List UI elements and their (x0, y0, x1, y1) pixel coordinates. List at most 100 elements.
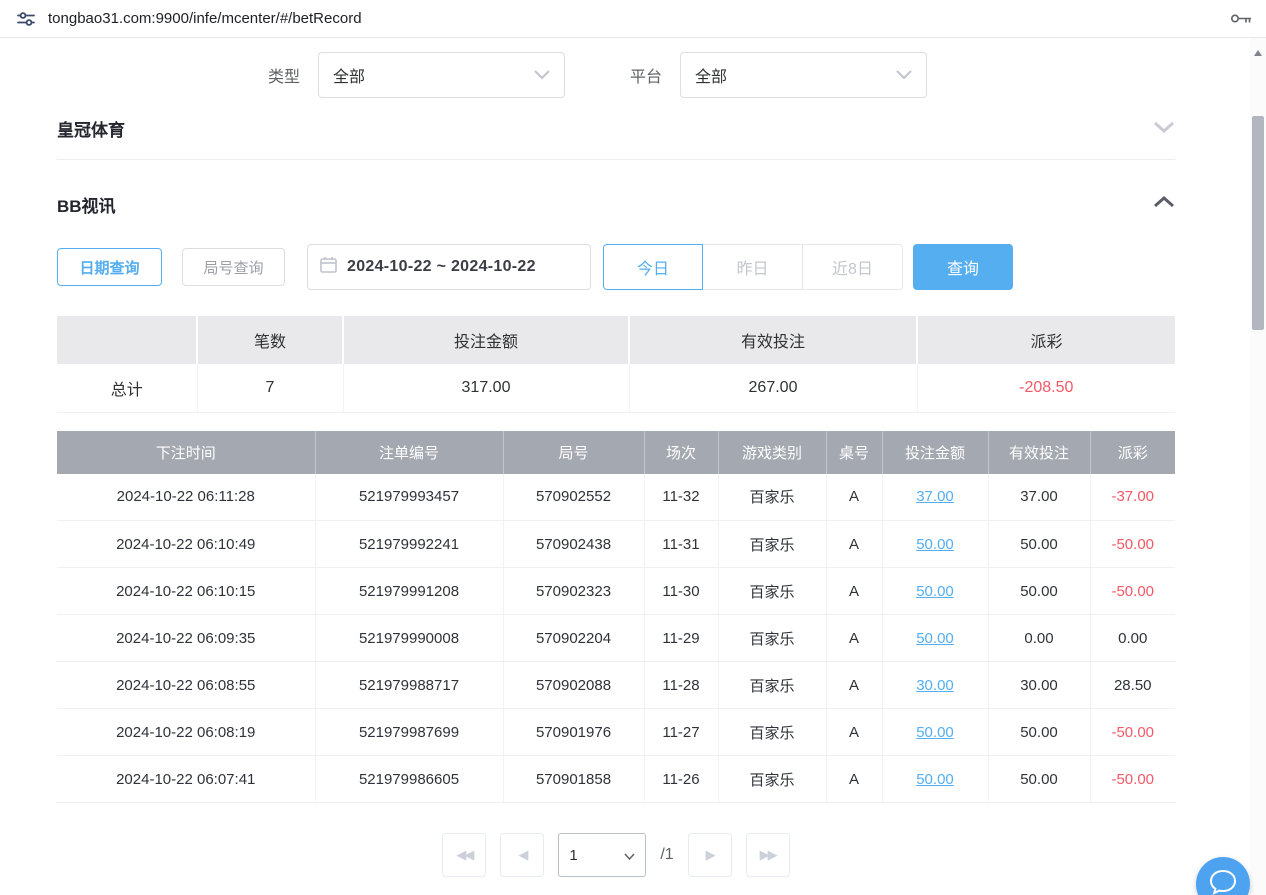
type-label: 类型 (268, 63, 300, 87)
session-cell: 11-27 (644, 709, 718, 756)
bet-amount-link[interactable]: 50.00 (916, 536, 954, 553)
calendar-icon (320, 256, 337, 278)
column-header: 有效投注 (988, 431, 1090, 474)
chevron-down-icon (896, 66, 912, 84)
yesterday-button[interactable]: 昨日 (703, 244, 803, 290)
pagination: ◀◀ ◀ 1 /1 ▶ ▶▶ (57, 833, 1175, 877)
summary-total-row: 总计 7 317.00 267.00 -208.50 (57, 364, 1175, 412)
summary-valid-bet: 267.00 (629, 364, 917, 412)
table-number-cell: A (826, 756, 882, 803)
summary-count: 7 (197, 364, 343, 412)
payout-cell: 0.00 (1090, 615, 1175, 662)
bet-time-cell: 2024-10-22 06:10:49 (57, 521, 315, 568)
table-number-cell: A (826, 662, 882, 709)
date-range-value: 2024-10-22 ~ 2024-10-22 (347, 258, 536, 276)
valid-bet-cell: 50.00 (988, 709, 1090, 756)
game-type-cell: 百家乐 (718, 615, 826, 662)
valid-bet-cell: 30.00 (988, 662, 1090, 709)
summary-table: 笔数 投注金额 有效投注 派彩 总计 7 317.00 267.00 -208.… (57, 316, 1175, 413)
main-content: 类型 全部 平台 全部 皇冠体育 BB视讯 (57, 38, 1175, 877)
bet-amount-cell: 30.00 (882, 662, 988, 709)
scrollbar-track[interactable] (1250, 38, 1266, 895)
bet-amount-link[interactable]: 50.00 (916, 583, 954, 600)
summary-header: 投注金额 (343, 316, 629, 364)
summary-header: 派彩 (917, 316, 1175, 364)
password-key-icon[interactable] (1230, 12, 1252, 25)
session-cell: 11-30 (644, 568, 718, 615)
bet-amount-cell: 50.00 (882, 756, 988, 803)
round-cell: 570901858 (503, 756, 644, 803)
payout-cell: -37.00 (1090, 474, 1175, 521)
column-header: 游戏类别 (718, 431, 826, 474)
session-cell: 11-29 (644, 615, 718, 662)
column-header: 下注时间 (57, 431, 315, 474)
search-button[interactable]: 查询 (913, 244, 1013, 290)
bet-amount-cell: 50.00 (882, 568, 988, 615)
platform-select-value: 全部 (695, 63, 896, 87)
url-field[interactable]: tongbao31.com:9900/infe/mcenter/#/betRec… (48, 10, 1230, 27)
bet-time-cell: 2024-10-22 06:09:35 (57, 615, 315, 662)
game-type-cell: 百家乐 (718, 521, 826, 568)
column-header: 派彩 (1090, 431, 1175, 474)
chat-bubble-button[interactable] (1196, 857, 1250, 895)
date-query-button[interactable]: 日期查询 (57, 248, 162, 286)
column-header: 投注金额 (882, 431, 988, 474)
table-row: 2024-10-22 06:07:41 521979986605 5709018… (57, 756, 1175, 803)
bet-amount-link[interactable]: 30.00 (916, 677, 954, 694)
bet-table-body: 2024-10-22 06:11:28 521979993457 5709025… (57, 474, 1175, 803)
filter-row: 类型 全部 平台 全部 (57, 52, 1175, 98)
column-header: 注单编号 (315, 431, 503, 474)
page-select[interactable]: 1 (558, 833, 646, 877)
bet-amount-link[interactable]: 50.00 (916, 724, 954, 741)
table-row: 2024-10-22 06:10:49 521979992241 5709024… (57, 521, 1175, 568)
bet-time-cell: 2024-10-22 06:08:55 (57, 662, 315, 709)
table-header-row: 下注时间 注单编号 局号 场次 游戏类别 桌号 投注金额 有效投注 派彩 (57, 431, 1175, 474)
bet-record-page: tongbao31.com:9900/infe/mcenter/#/betRec… (0, 0, 1266, 895)
session-cell: 11-28 (644, 662, 718, 709)
bet-record-table: 下注时间 注单编号 局号 场次 游戏类别 桌号 投注金额 有效投注 派彩 202… (57, 431, 1175, 804)
round-cell: 570902438 (503, 521, 644, 568)
prev-page-button[interactable]: ◀ (500, 833, 544, 877)
chevron-down-icon (1153, 120, 1175, 138)
summary-header: 有效投注 (629, 316, 917, 364)
summary-bet-amount: 317.00 (343, 364, 629, 412)
bet-amount-link[interactable]: 50.00 (916, 771, 954, 788)
bet-amount-cell: 37.00 (882, 474, 988, 521)
table-row: 2024-10-22 06:08:19 521979987699 5709019… (57, 709, 1175, 756)
page-select-value: 1 (569, 847, 577, 864)
last-page-button[interactable]: ▶▶ (746, 833, 790, 877)
type-select[interactable]: 全部 (318, 52, 565, 98)
next-page-button[interactable]: ▶ (688, 833, 732, 877)
browser-tune-icon[interactable] (14, 9, 38, 29)
section-title: 皇冠体育 (57, 116, 125, 141)
platform-label: 平台 (630, 63, 662, 87)
query-toolbar: 日期查询 局号查询 2024-10-22 ~ 2024-10-22 今日 昨日 … (57, 244, 1175, 290)
section-bb-video[interactable]: BB视讯 (57, 184, 1175, 224)
valid-bet-cell: 50.00 (988, 568, 1090, 615)
game-type-cell: 百家乐 (718, 756, 826, 803)
bet-time-cell: 2024-10-22 06:07:41 (57, 756, 315, 803)
bet-time-cell: 2024-10-22 06:11:28 (57, 474, 315, 521)
payout-cell: -50.00 (1090, 568, 1175, 615)
scrollbar-thumb[interactable] (1252, 116, 1264, 330)
section-crown-sports[interactable]: 皇冠体育 (57, 120, 1175, 160)
round-cell: 570902204 (503, 615, 644, 662)
date-range-input[interactable]: 2024-10-22 ~ 2024-10-22 (307, 244, 591, 290)
bet-amount-link[interactable]: 37.00 (916, 488, 954, 505)
round-query-button[interactable]: 局号查询 (182, 248, 285, 286)
summary-payout: -208.50 (917, 364, 1175, 412)
bet-amount-link[interactable]: 50.00 (916, 630, 954, 647)
chevron-up-icon (1153, 195, 1175, 213)
bet-id-cell: 521979991208 (315, 568, 503, 615)
valid-bet-cell: 37.00 (988, 474, 1090, 521)
last-8-days-button[interactable]: 近8日 (803, 244, 903, 290)
scroll-up-arrow-icon[interactable] (1254, 50, 1262, 56)
bet-id-cell: 521979993457 (315, 474, 503, 521)
first-page-button[interactable]: ◀◀ (442, 833, 486, 877)
payout-cell: -50.00 (1090, 709, 1175, 756)
platform-select[interactable]: 全部 (680, 52, 927, 98)
payout-cell: -50.00 (1090, 521, 1175, 568)
today-button[interactable]: 今日 (603, 244, 703, 290)
bet-id-cell: 521979988717 (315, 662, 503, 709)
table-row: 2024-10-22 06:09:35 521979990008 5709022… (57, 615, 1175, 662)
